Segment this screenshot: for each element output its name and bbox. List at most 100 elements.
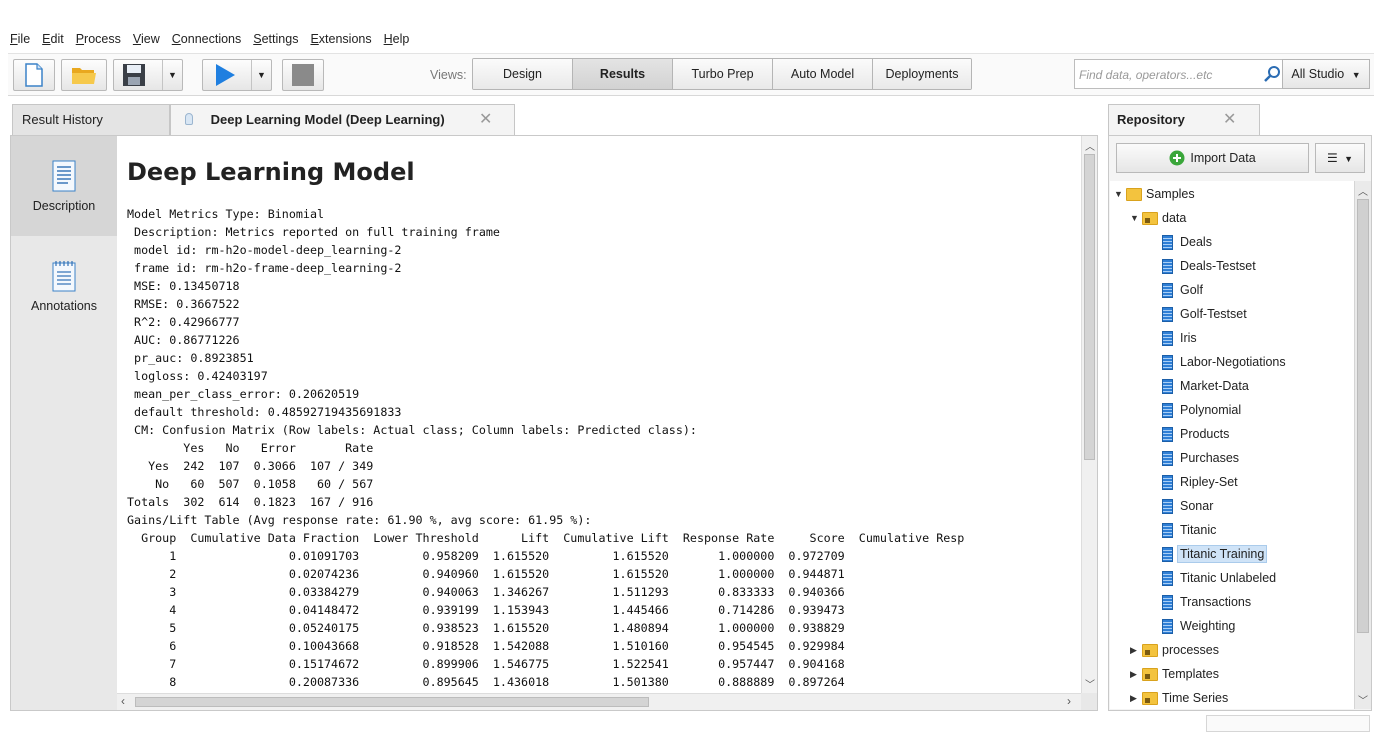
scroll-up-icon[interactable]: ︿ [1358,183,1368,198]
locked-folder-icon [1142,667,1158,681]
dataset-icon [1162,594,1173,610]
tree-folder-label: Samples [1146,187,1195,201]
expand-down-icon[interactable]: ▼ [1130,213,1142,223]
tree-item-dataset[interactable]: Sonar [1162,495,1213,517]
menu-extensions[interactable]: Extensions [310,32,371,50]
tree-item-label: Purchases [1180,451,1240,465]
scroll-up-icon[interactable]: ︿ [1085,138,1095,153]
tree-item-dataset[interactable]: Market-Data [1162,375,1249,397]
close-icon[interactable]: ✕ [479,105,492,135]
add-icon [1169,150,1185,166]
scroll-down-icon[interactable]: ﹀ [1085,676,1095,691]
expand-down-icon[interactable]: ▼ [1114,189,1126,199]
tab-repository-label: Repository [1117,112,1185,127]
menu-help[interactable]: Help [384,32,410,50]
close-icon[interactable]: ✕ [1223,105,1236,135]
metrics-line: R^2: 0.42966777 [127,315,240,329]
tree-folder-time-series[interactable]: ▶ Time Series [1130,687,1228,709]
play-icon [216,64,235,86]
tree-item-dataset[interactable]: Purchases [1162,447,1239,469]
run-process-button[interactable]: ▼ [202,59,272,91]
view-results-tab[interactable]: Results [573,59,673,89]
view-auto-model-tab[interactable]: Auto Model [773,59,873,89]
content-vertical-scrollbar[interactable]: ︿ ﹀ [1081,136,1097,693]
studio-dropdown[interactable]: All Studio ▼ [1282,59,1370,89]
locked-folder-icon [1142,691,1158,705]
chevron-down-icon[interactable]: ▼ [251,60,271,90]
global-search-input[interactable]: Find data, operators...etc [1074,59,1286,89]
folder-icon [1126,187,1142,201]
tree-folder-samples[interactable]: ▼ Samples [1114,183,1195,205]
tree-item-dataset[interactable]: Ripley-Set [1162,471,1238,493]
tree-item-dataset[interactable]: Deals [1162,231,1212,253]
tree-item-label: Sonar [1180,499,1214,513]
metrics-line: default threshold: 0.48592719435691833 [127,405,402,419]
tree-item-dataset[interactable]: Golf-Testset [1162,303,1247,325]
tree-item-dataset[interactable]: Transactions [1162,591,1251,613]
menu-file[interactable]: File [10,32,30,50]
tree-vertical-scrollbar[interactable]: ︿ ﹀ [1354,181,1371,709]
search-icon[interactable] [1264,65,1282,83]
tree-item-dataset[interactable]: Weighting [1162,615,1235,637]
dataset-icon [1162,474,1173,490]
menu-edit[interactable]: Edit [42,32,64,50]
side-tab-annotations[interactable]: Annotations [11,236,117,336]
menu-process[interactable]: Process [76,32,121,50]
tree-item-label: Weighting [1180,619,1236,633]
expand-right-icon[interactable]: ▶ [1130,693,1142,704]
gains-table-row: 3 0.03384279 0.940063 1.346267 1.511293 … [127,585,845,599]
tree-item-dataset[interactable]: Products [1162,423,1229,445]
tree-folder-templates[interactable]: ▶ Templates [1130,663,1219,685]
confusion-matrix-row: Yes 242 107 0.3066 107 / 349 [127,459,374,473]
side-tab-description[interactable]: Description [11,136,117,236]
menu-connections[interactable]: Connections [172,32,242,50]
tab-repository[interactable]: Repository ✕ [1108,104,1260,136]
scroll-down-icon[interactable]: ﹀ [1358,692,1368,707]
dataset-icon [1162,402,1173,418]
menu-settings[interactable]: Settings [253,32,298,50]
tab-deep-learning-model[interactable]: Deep Learning Model (Deep Learning) ✕ [170,104,515,136]
tree-item-dataset[interactable]: Deals-Testset [1162,255,1256,277]
expand-right-icon[interactable]: ▶ [1130,645,1142,656]
tree-item-dataset-selected[interactable]: Titanic Training [1162,543,1268,565]
open-process-button[interactable] [61,59,107,91]
menu-icon: ☰ [1326,151,1338,165]
tree-folder-processes[interactable]: ▶ processes [1130,639,1219,661]
tree-item-label: Products [1180,427,1230,441]
expand-right-icon[interactable]: ▶ [1130,669,1142,680]
chevron-down-icon[interactable]: ▼ [162,60,182,90]
new-process-button[interactable] [13,59,55,91]
stop-process-button[interactable] [282,59,324,91]
content-horizontal-scrollbar[interactable]: ‹ › [117,693,1081,710]
tree-folder-data[interactable]: ▼ data [1130,207,1186,229]
scrollbar-thumb[interactable] [135,697,649,707]
scrollbar-thumb[interactable] [1357,199,1369,633]
view-deployments-tab[interactable]: Deployments [873,59,971,89]
dataset-icon [1162,330,1173,346]
dataset-icon [1162,306,1173,322]
tree-item-dataset[interactable]: Golf [1162,279,1203,301]
tree-item-dataset[interactable]: Iris [1162,327,1197,349]
side-tab-description-label: Description [32,199,96,213]
scroll-left-icon[interactable]: ‹ [121,694,125,708]
metrics-line: mean_per_class_error: 0.20620519 [127,387,360,401]
tree-item-dataset[interactable]: Polynomial [1162,399,1241,421]
tree-item-dataset[interactable]: Titanic [1162,519,1216,541]
scrollbar-thumb[interactable] [1084,154,1095,460]
repository-menu-button[interactable]: ☰ ▼ [1315,143,1365,173]
confusion-matrix-row: Totals 302 614 0.1823 167 / 916 [127,495,374,509]
view-design-tab[interactable]: Design [473,59,573,89]
studio-label: All Studio [1291,67,1345,81]
tree-item-dataset[interactable]: Labor-Negotiations [1162,351,1286,373]
gains-table-row: 6 0.10043668 0.918528 1.542088 1.510160 … [127,639,845,653]
import-data-button[interactable]: Import Data [1116,143,1309,173]
tab-result-history[interactable]: Result History [12,104,170,136]
gains-table-row: 8 0.20087336 0.895645 1.436018 1.501380 … [127,675,845,689]
save-process-button[interactable]: ▼ [113,59,183,91]
view-turbo-prep-tab[interactable]: Turbo Prep [673,59,773,89]
scroll-right-icon[interactable]: › [1067,694,1071,708]
tab-result-history-label: Result History [22,112,103,127]
menu-view[interactable]: View [133,32,160,50]
tree-item-dataset[interactable]: Titanic Unlabeled [1162,567,1276,589]
gains-table-row: 7 0.15174672 0.899906 1.546775 1.522541 … [127,657,845,671]
